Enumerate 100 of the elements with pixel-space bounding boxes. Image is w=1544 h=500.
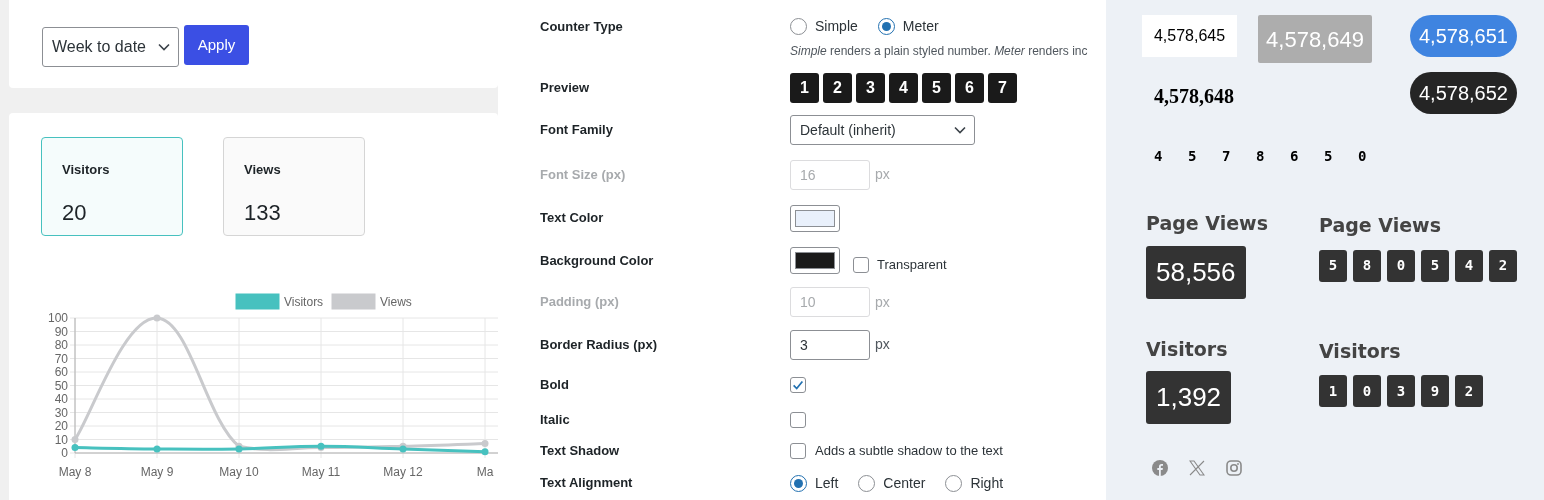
digit-tile: 0 xyxy=(1353,375,1381,407)
y-tick-label: 0 xyxy=(61,446,68,460)
setting-label: Counter Type xyxy=(540,18,624,36)
counter-digit: 0 xyxy=(1358,147,1367,166)
digit-tile: 4 xyxy=(1455,249,1483,282)
counter-digit: 7 xyxy=(1222,147,1231,166)
checkbox-label[interactable]: Transparent xyxy=(877,254,947,275)
stat-value: 20 xyxy=(62,198,87,227)
counter-digit: 5 xyxy=(1324,147,1333,166)
digit-tile: 5 xyxy=(1319,249,1347,282)
counter-sample: 4,578,645 xyxy=(1142,15,1237,57)
setting-label: Border Radius (px) xyxy=(540,335,658,354)
digit-tile: 2 xyxy=(1455,375,1483,407)
help-text: Simple renders a plain styled number. Meter renders inc xyxy=(790,43,1088,60)
digit-tile: 3 xyxy=(856,72,885,103)
unit-label: px xyxy=(875,165,890,184)
counter-digit: 6 xyxy=(1290,147,1299,166)
setting-label: Bold xyxy=(540,376,570,395)
checkbox[interactable] xyxy=(853,256,869,273)
data-point xyxy=(153,314,161,322)
y-tick-label: 90 xyxy=(54,324,68,339)
color-picker-button[interactable] xyxy=(790,247,840,274)
x-tick-label: May 11 xyxy=(301,465,341,479)
unit-label: px xyxy=(875,292,890,312)
digit-tile: 4 xyxy=(889,72,918,103)
counter-sample: 4,578,648 xyxy=(1154,84,1234,109)
counter-sample: 4,578,651 xyxy=(1410,15,1517,57)
setting-label: Text Alignment xyxy=(540,474,634,493)
color-picker-button[interactable] xyxy=(790,204,840,232)
x-tick-label: May 10 xyxy=(219,465,259,479)
legend-label: Visitors xyxy=(284,295,324,309)
counter-value: 58,556 xyxy=(1146,245,1246,299)
setting-label: Padding (px) xyxy=(540,293,620,312)
x-tick-label: May 9 xyxy=(140,465,174,479)
digit-tile: 5 xyxy=(1421,249,1449,282)
stat-tile[interactable]: Visitors 20 xyxy=(41,137,183,236)
radio-label[interactable]: Center xyxy=(883,472,926,494)
radio-button[interactable] xyxy=(790,17,807,35)
setting-label: Font Family xyxy=(540,121,614,140)
setting-label: Text Color xyxy=(540,209,605,228)
x-tick-label: May 8 xyxy=(58,465,92,479)
font-select[interactable]: Default (inherit) xyxy=(790,115,975,145)
digit-tile: 6 xyxy=(955,72,984,103)
radio-label[interactable]: Left xyxy=(815,472,839,494)
x-tick-label: May 12 xyxy=(383,465,423,479)
counter-value: 1,392 xyxy=(1146,371,1232,424)
digit-tile: 2 xyxy=(823,72,852,103)
chevron-icon xyxy=(954,126,966,134)
widget-title: Page Views xyxy=(1319,213,1441,238)
setting-label: Background Color xyxy=(540,251,655,270)
checkbox[interactable] xyxy=(790,377,806,393)
checkbox[interactable] xyxy=(790,411,806,428)
digit-tile: 7 xyxy=(988,72,1017,103)
setting-label: Text Shadow xyxy=(540,442,621,461)
checkbox[interactable] xyxy=(790,443,806,459)
setting-label: Italic xyxy=(540,410,571,429)
stat-label: Visitors xyxy=(62,161,110,179)
radio-button[interactable] xyxy=(790,474,807,492)
stat-tile[interactable]: Views 133 xyxy=(223,137,365,236)
y-tick-label: 60 xyxy=(54,365,68,379)
checkbox-label[interactable]: Adds a subtle shadow to the text xyxy=(815,441,1003,461)
y-tick-label: 10 xyxy=(54,432,68,447)
y-tick-label: 80 xyxy=(54,338,68,352)
counter-digit: 8 xyxy=(1256,147,1265,166)
radio-button[interactable] xyxy=(858,474,876,492)
stat-label: Views xyxy=(244,161,281,179)
digit-tile: 1 xyxy=(1319,375,1347,407)
widget-title: Visitors xyxy=(1319,338,1401,364)
digit-tile: 9 xyxy=(1421,375,1449,407)
radio-button[interactable] xyxy=(945,474,963,492)
legend-label: Views xyxy=(380,295,412,309)
legend-swatch xyxy=(331,293,376,310)
radio-label[interactable]: Right xyxy=(970,472,1004,494)
y-tick-label: 50 xyxy=(54,378,68,393)
x-logo-icon xyxy=(1189,460,1205,476)
digit-tile: 0 xyxy=(1387,249,1415,282)
instagram-icon xyxy=(1226,460,1242,476)
radio-label[interactable]: Meter xyxy=(902,15,939,37)
digit-tile: 2 xyxy=(1489,249,1517,282)
setting-label: Preview xyxy=(540,78,591,97)
data-point xyxy=(153,445,161,453)
radio-label[interactable]: Simple xyxy=(815,15,858,37)
widget-title: Visitors xyxy=(1146,336,1228,362)
legend-swatch xyxy=(235,293,280,310)
unit-label: px xyxy=(875,335,890,354)
digit-tile: 8 xyxy=(1353,249,1381,282)
digit-tile: 1 xyxy=(790,72,819,103)
date-range-select[interactable]: Week to date xyxy=(42,27,179,67)
radio-button[interactable] xyxy=(877,17,895,35)
counter-sample: 4,578,652 xyxy=(1410,72,1517,114)
apply-button[interactable]: Apply xyxy=(184,25,249,65)
y-tick-label: 40 xyxy=(54,392,68,406)
setting-label: Font Size (px) xyxy=(540,165,627,184)
counter-digit: 5 xyxy=(1188,147,1197,166)
number-field[interactable]: 3 xyxy=(790,329,870,360)
y-tick-label: 100 xyxy=(47,311,68,325)
widget-title: Page Views xyxy=(1146,211,1268,236)
digit-tile: 3 xyxy=(1387,375,1415,407)
digit-tile: 5 xyxy=(922,72,951,103)
stat-value: 133 xyxy=(244,198,281,227)
